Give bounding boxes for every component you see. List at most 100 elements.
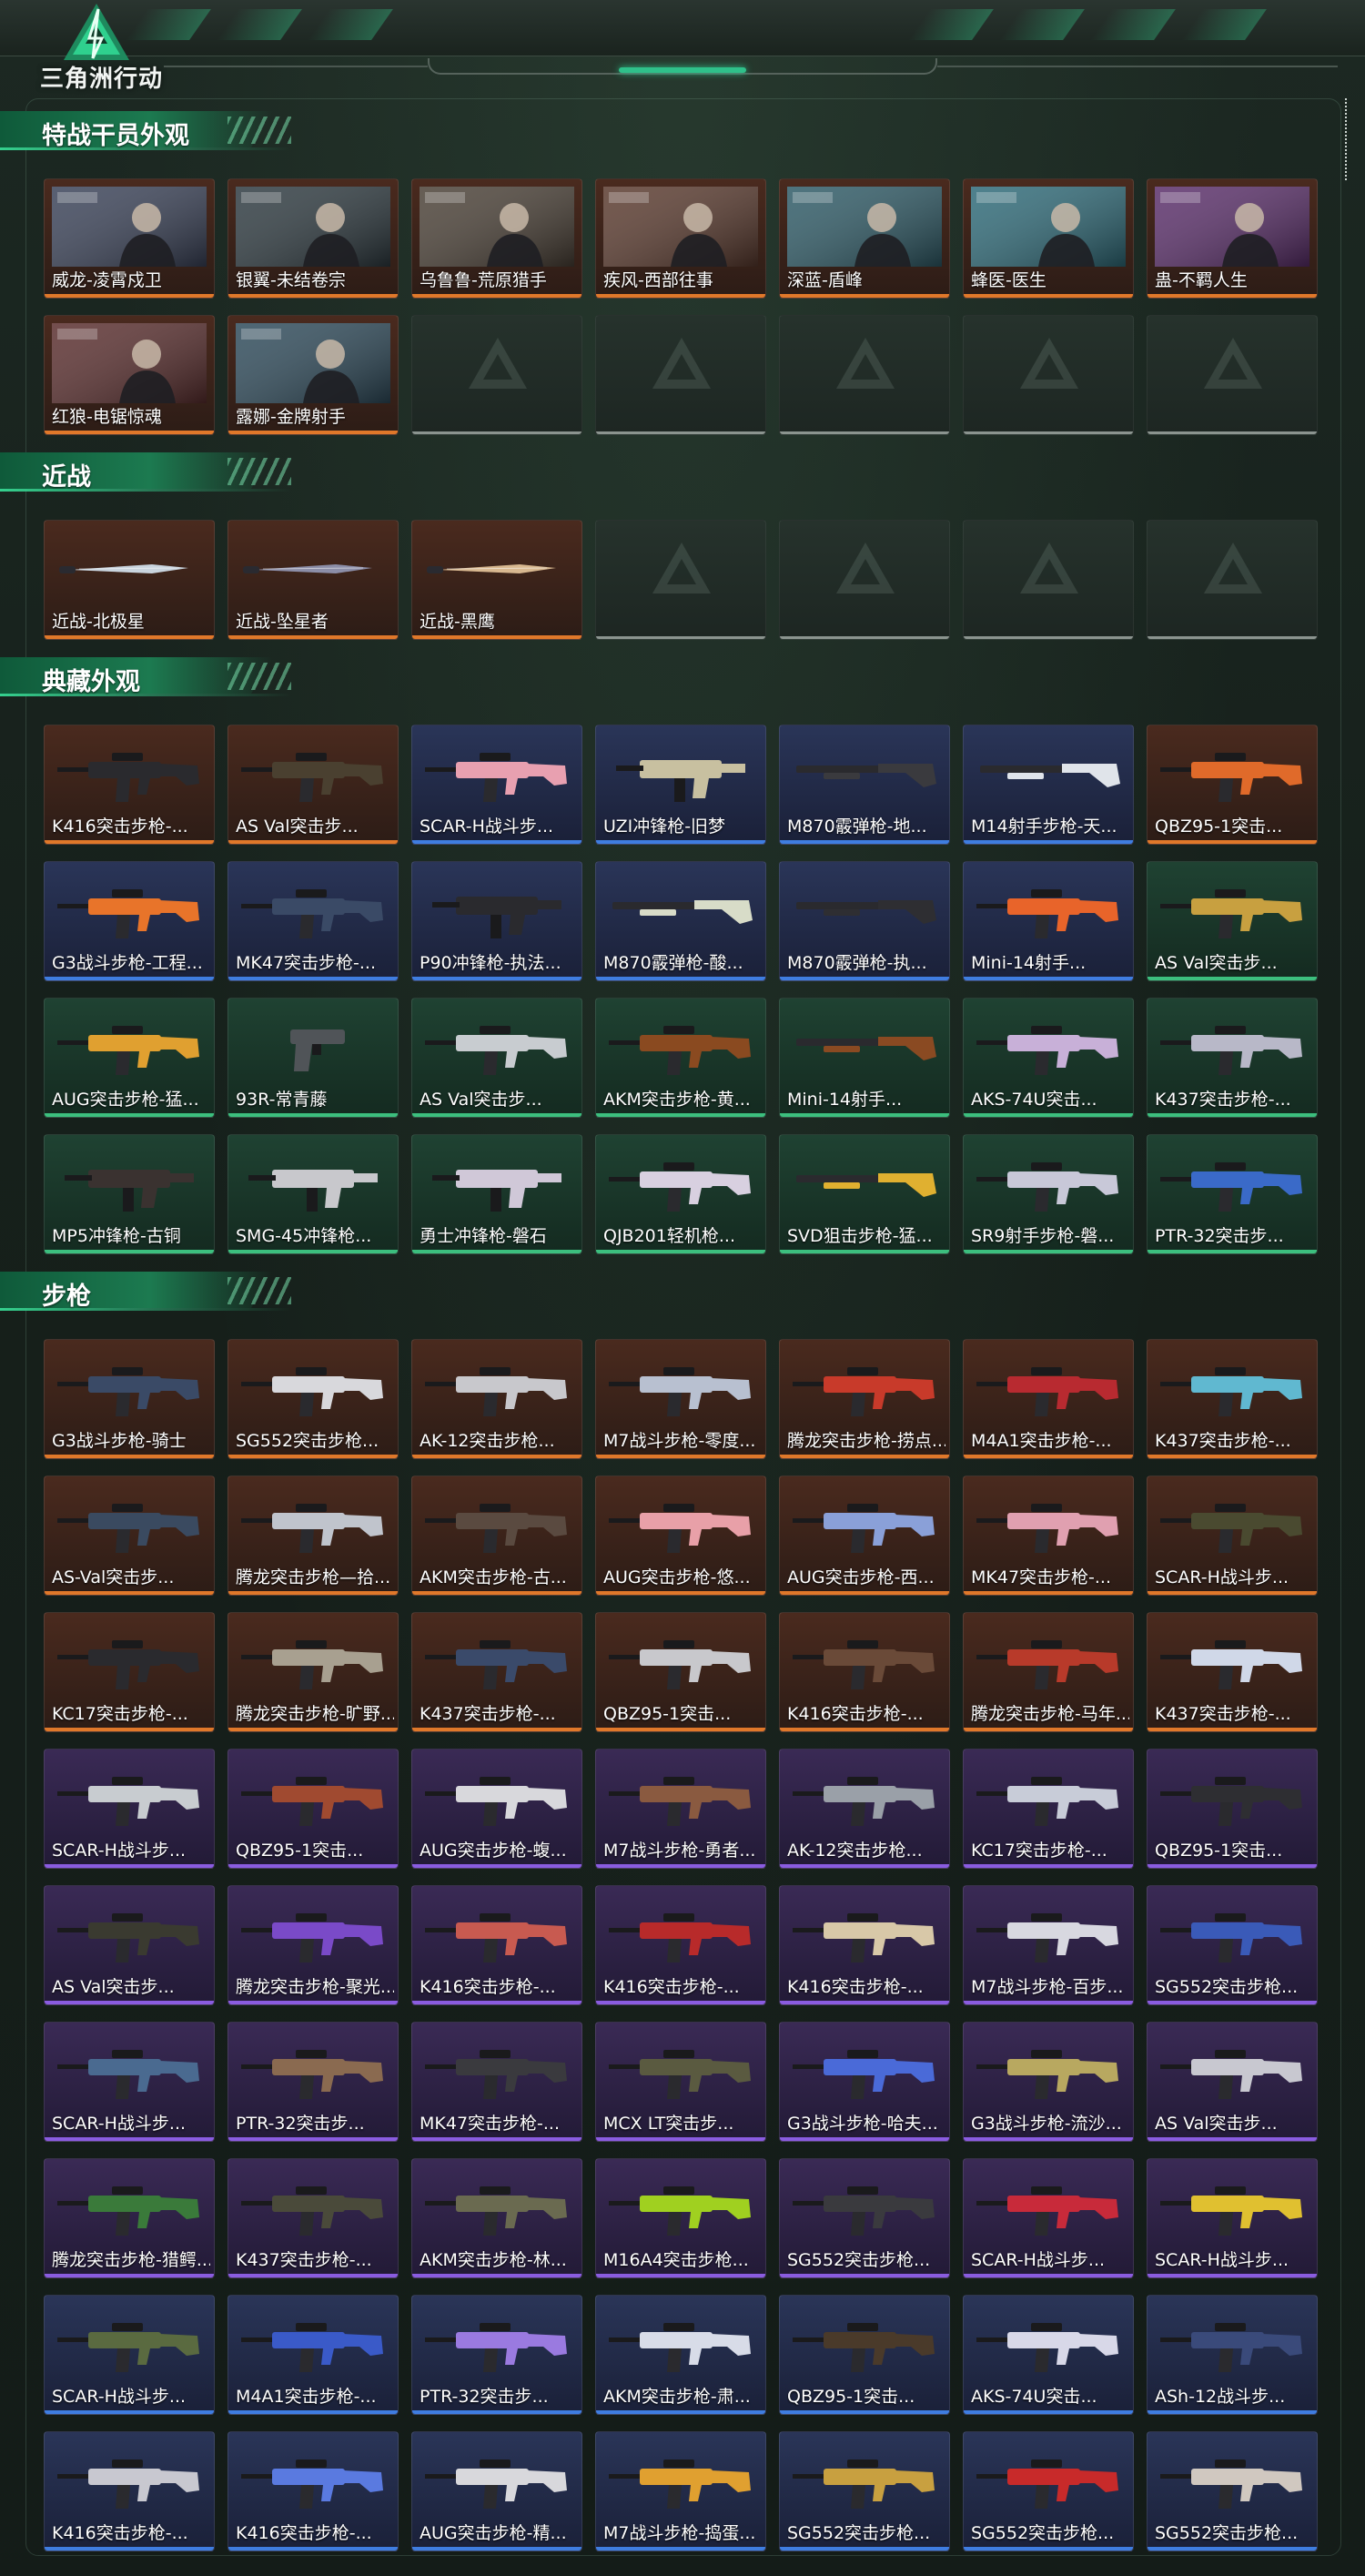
skin-card[interactable]: AUG突击步枪-蝮... [411,1749,582,1869]
skin-card[interactable]: 腾龙突击步枪-旷野... [228,1612,399,1732]
skin-card[interactable]: G3战斗步枪-流沙... [963,2022,1134,2142]
skin-card[interactable]: SCAR-H战斗步... [1147,1476,1318,1596]
skin-card[interactable]: SVD狙击步枪-猛... [779,1134,950,1254]
skin-card[interactable]: 露娜-金牌射手 [228,315,399,435]
skin-card[interactable]: 腾龙突击步枪-捞点... [779,1339,950,1459]
skin-card[interactable]: 勇士冲锋枪-磐石 [411,1134,582,1254]
skin-card[interactable]: AS Val突击步... [1147,861,1318,981]
skin-card[interactable]: MK47突击步枪-... [411,2022,582,2142]
skin-card[interactable]: K416突击步枪-... [779,1885,950,2005]
skin-card[interactable]: AUG突击步枪-悠... [595,1476,766,1596]
skin-card[interactable]: KC17突击步枪-... [963,1749,1134,1869]
skin-card[interactable]: G3战斗步枪-工程... [44,861,215,981]
skin-card[interactable]: SG552突击步枪... [1147,2431,1318,2551]
skin-card[interactable]: PTR-32突击步... [1147,1134,1318,1254]
skin-card[interactable]: 腾龙突击步枪-聚光... [228,1885,399,2005]
skin-card[interactable]: K416突击步枪-... [44,2431,215,2551]
skin-card[interactable]: M7战斗步枪-勇者... [595,1749,766,1869]
skin-card[interactable]: QBZ95-1突击... [228,1749,399,1869]
skin-card[interactable]: MP5冲锋枪-古铜 [44,1134,215,1254]
skin-card[interactable]: 腾龙突击步枪-马年... [963,1612,1134,1732]
skin-card[interactable]: SCAR-H战斗步... [1147,2158,1318,2278]
skin-card[interactable]: SG552突击步枪... [779,2431,950,2551]
scrollbar[interactable] [1345,98,1350,180]
skin-card[interactable]: AKS-74U突击... [963,998,1134,1118]
skin-card[interactable]: AS-Val突击步... [44,1476,215,1596]
skin-card[interactable]: AK-12突击步枪... [779,1749,950,1869]
skin-card[interactable]: M870霰弹枪-地... [779,725,950,845]
skin-card[interactable]: G3战斗步枪-哈夫... [779,2022,950,2142]
skin-card[interactable]: SG552突击步枪... [963,2431,1134,2551]
skin-card[interactable]: SCAR-H战斗步... [44,2295,215,2415]
skin-card[interactable]: 蜂医-医生 [963,178,1134,299]
skin-card[interactable]: 蛊-不羁人生 [1147,178,1318,299]
skin-card[interactable]: QBZ95-1突击... [779,2295,950,2415]
skin-card[interactable]: KC17突击步枪-... [44,1612,215,1732]
skin-card[interactable]: SG552突击步枪... [1147,1885,1318,2005]
skin-card[interactable]: QJB201轻机枪... [595,1134,766,1254]
skin-card[interactable]: UZI冲锋枪-旧梦 [595,725,766,845]
skin-card[interactable]: AKM突击步枪-黄... [595,998,766,1118]
skin-card[interactable]: AS Val突击步... [411,998,582,1118]
skin-card[interactable]: M4A1突击步枪-... [963,1339,1134,1459]
skin-card[interactable]: K416突击步枪-... [779,1612,950,1732]
skin-card[interactable]: AUG突击步枪-西... [779,1476,950,1596]
skin-card[interactable]: 近战-黑鹰 [411,520,582,640]
skin-card[interactable]: SCAR-H战斗步... [411,725,582,845]
skin-card[interactable]: SR9射手步枪-磐... [963,1134,1134,1254]
skin-card[interactable]: ASh-12战斗步... [1147,2295,1318,2415]
skin-card[interactable]: M7战斗步枪-零度... [595,1339,766,1459]
skin-card[interactable]: MK47突击步枪-... [228,861,399,981]
skin-card[interactable]: M16A4突击步枪... [595,2158,766,2278]
skin-card[interactable]: AKS-74U突击... [963,2295,1134,2415]
skin-card[interactable]: PTR-32突击步... [228,2022,399,2142]
skin-card[interactable]: 威龙-凌霄戍卫 [44,178,215,299]
skin-card[interactable]: G3战斗步枪-骑士 [44,1339,215,1459]
skin-card[interactable]: SCAR-H战斗步... [44,1749,215,1869]
skin-card[interactable]: 93R-常青藤 [228,998,399,1118]
skin-card[interactable]: P90冲锋枪-执法... [411,861,582,981]
skin-card[interactable]: 近战-北极星 [44,520,215,640]
skin-card[interactable]: MK47突击步枪-... [963,1476,1134,1596]
skin-card[interactable]: AS Val突击步... [44,1885,215,2005]
skin-card[interactable]: M4A1突击步枪-... [228,2295,399,2415]
skin-card[interactable]: 近战-坠星者 [228,520,399,640]
skin-card[interactable]: SMG-45冲锋枪... [228,1134,399,1254]
skin-card[interactable]: K437突击步枪-... [1147,1612,1318,1732]
skin-card[interactable]: PTR-32突击步... [411,2295,582,2415]
skin-card[interactable]: 银翼-未结卷宗 [228,178,399,299]
skin-card[interactable]: M7战斗步枪-百步... [963,1885,1134,2005]
skin-card[interactable]: M14射手步枪-天... [963,725,1134,845]
skin-card[interactable]: K437突击步枪-... [1147,998,1318,1118]
skin-card[interactable]: SG552突击步枪... [779,2158,950,2278]
skin-card[interactable]: 红狼-电锯惊魂 [44,315,215,435]
skin-card[interactable]: AKM突击步枪-林... [411,2158,582,2278]
skin-card[interactable]: K437突击步枪-... [1147,1339,1318,1459]
skin-card[interactable]: K416突击步枪-... [595,1885,766,2005]
skin-card[interactable]: SCAR-H战斗步... [44,2022,215,2142]
skin-card[interactable]: 腾龙突击步枪-猎鳄... [44,2158,215,2278]
skin-card[interactable]: 乌鲁鲁-荒原猎手 [411,178,582,299]
skin-card[interactable]: 腾龙突击步枪—拾... [228,1476,399,1596]
skin-card[interactable]: Mini-14射手... [963,861,1134,981]
skin-card[interactable]: MCX LT突击步... [595,2022,766,2142]
skin-card[interactable]: AKM突击步枪-古... [411,1476,582,1596]
skin-card[interactable]: K416突击步枪-... [411,1885,582,2005]
skin-card[interactable]: AUG突击步枪-猛... [44,998,215,1118]
skin-card[interactable]: K416突击步枪-... [228,2431,399,2551]
skin-card[interactable]: QBZ95-1突击... [1147,1749,1318,1869]
skin-card[interactable]: AS Val突击步... [228,725,399,845]
skin-card[interactable]: 疾风-西部往事 [595,178,766,299]
skin-card[interactable]: M7战斗步枪-捣蛋... [595,2431,766,2551]
skin-card[interactable]: K416突击步枪-... [44,725,215,845]
skin-card[interactable]: QBZ95-1突击... [595,1612,766,1732]
skin-card[interactable]: QBZ95-1突击... [1147,725,1318,845]
skin-card[interactable]: AKM突击步枪-肃... [595,2295,766,2415]
skin-card[interactable]: AS Val突击步... [1147,2022,1318,2142]
skin-card[interactable]: SG552突击步枪... [228,1339,399,1459]
skin-card[interactable]: AK-12突击步枪... [411,1339,582,1459]
skin-card[interactable]: Mini-14射手... [779,998,950,1118]
skin-card[interactable]: SCAR-H战斗步... [963,2158,1134,2278]
skin-card[interactable]: 深蓝-盾峰 [779,178,950,299]
skin-card[interactable]: AUG突击步枪-精... [411,2431,582,2551]
